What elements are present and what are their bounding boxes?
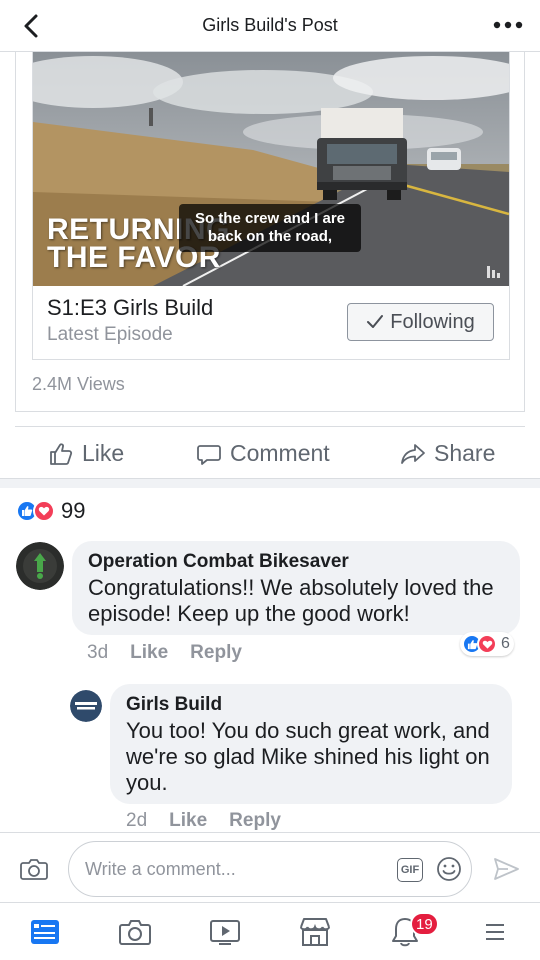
comment-composer: GIF xyxy=(0,832,540,902)
comment-button[interactable]: Comment xyxy=(196,440,330,467)
like-label: Like xyxy=(82,440,125,466)
comment-input[interactable] xyxy=(85,852,385,886)
view-count: 2.4M Views xyxy=(32,374,125,394)
shared-video-card: RETURNING THE FAVOR So the crew and I ar… xyxy=(32,52,510,360)
marketplace-icon[interactable] xyxy=(298,915,332,949)
comment-meta: 3d Like Reply xyxy=(87,642,242,664)
episode-title[interactable]: S1:E3 Girls Build xyxy=(47,295,213,321)
reactions-summary[interactable]: 99 xyxy=(16,498,85,524)
post-actions: Like Comment Share xyxy=(0,430,540,478)
operation-combat-bikesaver-logo xyxy=(16,542,64,590)
following-button[interactable]: Following xyxy=(347,303,494,341)
share-arrow-icon xyxy=(401,443,425,464)
comment-bubble[interactable]: Girls Build You too! You do such great w… xyxy=(110,684,512,804)
menu-hamburger-icon[interactable] xyxy=(478,915,512,949)
comment-reactions[interactable]: 6 xyxy=(460,632,514,656)
send-icon[interactable] xyxy=(492,855,520,883)
comment-time: 2d xyxy=(126,810,148,831)
comment-reply-link[interactable]: Reply xyxy=(229,810,281,832)
love-reaction-icon xyxy=(477,634,497,654)
camera-icon[interactable] xyxy=(20,857,48,881)
girls-build-logo xyxy=(70,690,102,722)
gif-button[interactable]: GIF xyxy=(397,858,423,882)
bottom-tab-bar xyxy=(0,902,540,960)
comment-label: Comment xyxy=(230,440,330,466)
comment-text: Congratulations!! We absolutely loved th… xyxy=(88,575,494,626)
comment-reply-link[interactable]: Reply xyxy=(190,642,242,664)
emoji-icon[interactable] xyxy=(435,855,463,883)
watch-video-icon[interactable] xyxy=(208,915,242,949)
notifications-badge: 19 xyxy=(410,912,439,936)
avatar[interactable] xyxy=(70,690,102,722)
comment-bubble[interactable]: Operation Combat Bikesaver Congratulatio… xyxy=(72,541,520,635)
comment-text: You too! You do such great work, and we'… xyxy=(126,718,490,795)
comment-reaction-count: 6 xyxy=(501,635,510,652)
more-options-icon[interactable] xyxy=(492,14,524,36)
thumbs-up-icon xyxy=(50,442,73,465)
comment-like-link[interactable]: Like xyxy=(169,810,207,832)
section-divider xyxy=(0,478,540,488)
signal-bars-icon xyxy=(487,266,500,278)
comment-time: 3d xyxy=(87,642,109,663)
video-player[interactable]: RETURNING THE FAVOR So the crew and I ar… xyxy=(33,52,509,286)
post-card: RETURNING THE FAVOR So the crew and I ar… xyxy=(15,52,525,412)
love-reaction-icon xyxy=(33,500,55,522)
share-label: Share xyxy=(434,440,496,466)
comment-author[interactable]: Operation Combat Bikesaver xyxy=(88,551,504,573)
camera-tab-icon[interactable] xyxy=(118,915,152,949)
top-bar: Girls Build's Post xyxy=(0,0,540,52)
video-caption: So the crew and I are back on the road, xyxy=(179,204,361,252)
comment-bubble-icon xyxy=(197,444,221,465)
following-label: Following xyxy=(390,310,475,333)
avatar[interactable] xyxy=(16,542,64,590)
episode-subtitle: Latest Episode xyxy=(47,324,173,345)
news-feed-icon[interactable] xyxy=(28,915,62,949)
reaction-count: 99 xyxy=(61,498,86,523)
page-title: Girls Build's Post xyxy=(202,15,338,35)
like-button[interactable]: Like xyxy=(48,440,124,467)
comment-meta: 2d Like Reply xyxy=(126,810,281,832)
share-button[interactable]: Share xyxy=(400,440,495,467)
comment-like-link[interactable]: Like xyxy=(130,642,168,664)
checkmark-icon xyxy=(367,315,384,328)
comment-input-wrapper: GIF xyxy=(68,841,472,897)
divider xyxy=(15,426,525,427)
comment-author[interactable]: Girls Build xyxy=(126,694,496,716)
